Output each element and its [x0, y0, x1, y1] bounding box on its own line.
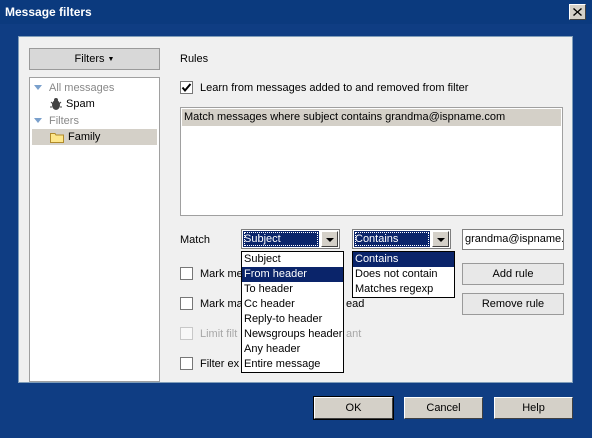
operator-select[interactable]: Contains: [352, 229, 451, 249]
tree-group-all-messages[interactable]: All messages: [30, 80, 158, 96]
mark-read-label: Mark ma: [200, 298, 243, 310]
dropdown-arrow-icon: ▼: [107, 56, 115, 63]
mark-label: Mark me: [200, 268, 243, 280]
chevron-down-icon[interactable]: [321, 231, 338, 247]
spam-icon: [50, 98, 62, 110]
tree-item-label: Spam: [66, 98, 95, 110]
expand-arrow-icon: [34, 85, 42, 90]
field-option[interactable]: Reply-to header: [242, 312, 343, 327]
chevron-down-icon[interactable]: [432, 231, 449, 247]
filter-tree: All messages Spam Filters Family: [29, 77, 160, 382]
mark-checkbox[interactable]: [180, 267, 193, 280]
field-dropdown-list: Subject From header To header Cc header …: [241, 251, 344, 373]
close-button[interactable]: [569, 4, 586, 20]
limit-label: Limit filt: [200, 328, 238, 340]
filters-button-label: Filters: [74, 53, 105, 65]
dialog-content: Filters ▼ All messages Spam Filters Fami…: [18, 36, 573, 383]
add-rule-button[interactable]: Add rule: [462, 263, 564, 285]
field-option[interactable]: To header: [242, 282, 343, 297]
tree-item-spam[interactable]: Spam: [30, 96, 158, 112]
message-filters-window: Message filters Filters ▼ All messages Sp…: [0, 0, 592, 438]
match-label: Match: [180, 234, 210, 246]
tree-group-filters[interactable]: Filters: [30, 113, 158, 129]
field-option[interactable]: Any header: [242, 342, 343, 357]
field-select-value: Subject: [243, 231, 319, 247]
learn-checkbox[interactable]: [180, 81, 193, 94]
operator-option[interactable]: Contains: [353, 252, 454, 267]
field-option[interactable]: Subject: [242, 252, 343, 267]
operator-option[interactable]: Matches regexp: [353, 282, 454, 297]
filter-checkbox[interactable]: [180, 357, 193, 370]
field-option[interactable]: Newsgroups header: [242, 327, 343, 342]
remove-rule-button[interactable]: Remove rule: [462, 293, 564, 315]
rules-list: Match messages where subject contains gr…: [180, 107, 563, 216]
field-select[interactable]: Subject: [241, 229, 340, 249]
tree-group-label: All messages: [49, 82, 115, 94]
close-icon: [573, 8, 582, 16]
ok-button[interactable]: OK: [313, 396, 394, 420]
help-button[interactable]: Help: [494, 397, 573, 419]
tree-item-label: Family: [68, 131, 101, 143]
match-value-input[interactable]: grandma@ispname.c: [462, 229, 564, 250]
field-option[interactable]: From header: [242, 267, 343, 282]
operator-option[interactable]: Does not contain: [353, 267, 454, 282]
operator-select-value: Contains: [354, 231, 430, 247]
cancel-button[interactable]: Cancel: [404, 397, 483, 419]
field-option[interactable]: Entire message: [242, 357, 343, 372]
limit-checkbox: [180, 327, 193, 340]
learn-label: Learn from messages added to and removed…: [200, 82, 469, 94]
filter-label: Filter ex: [200, 358, 240, 370]
filters-menu-button[interactable]: Filters ▼: [29, 48, 160, 70]
title-bar: Message filters: [0, 0, 592, 24]
tree-group-label: Filters: [49, 115, 79, 127]
window-title: Message filters: [5, 5, 92, 19]
expand-arrow-icon: [34, 118, 42, 123]
rules-heading: Rules: [180, 53, 209, 65]
folder-icon: [50, 133, 64, 143]
mark-read-checkbox[interactable]: [180, 297, 193, 310]
mark-read-label-suffix: ead: [346, 298, 365, 310]
field-option[interactable]: Cc header: [242, 297, 343, 312]
rule-row[interactable]: Match messages where subject contains gr…: [182, 109, 561, 126]
checkmark-icon: [181, 83, 192, 93]
tree-item-family[interactable]: Family: [32, 129, 157, 145]
operator-dropdown-list: Contains Does not contain Matches regexp: [352, 251, 455, 298]
limit-label-suffix: ant: [346, 328, 362, 340]
